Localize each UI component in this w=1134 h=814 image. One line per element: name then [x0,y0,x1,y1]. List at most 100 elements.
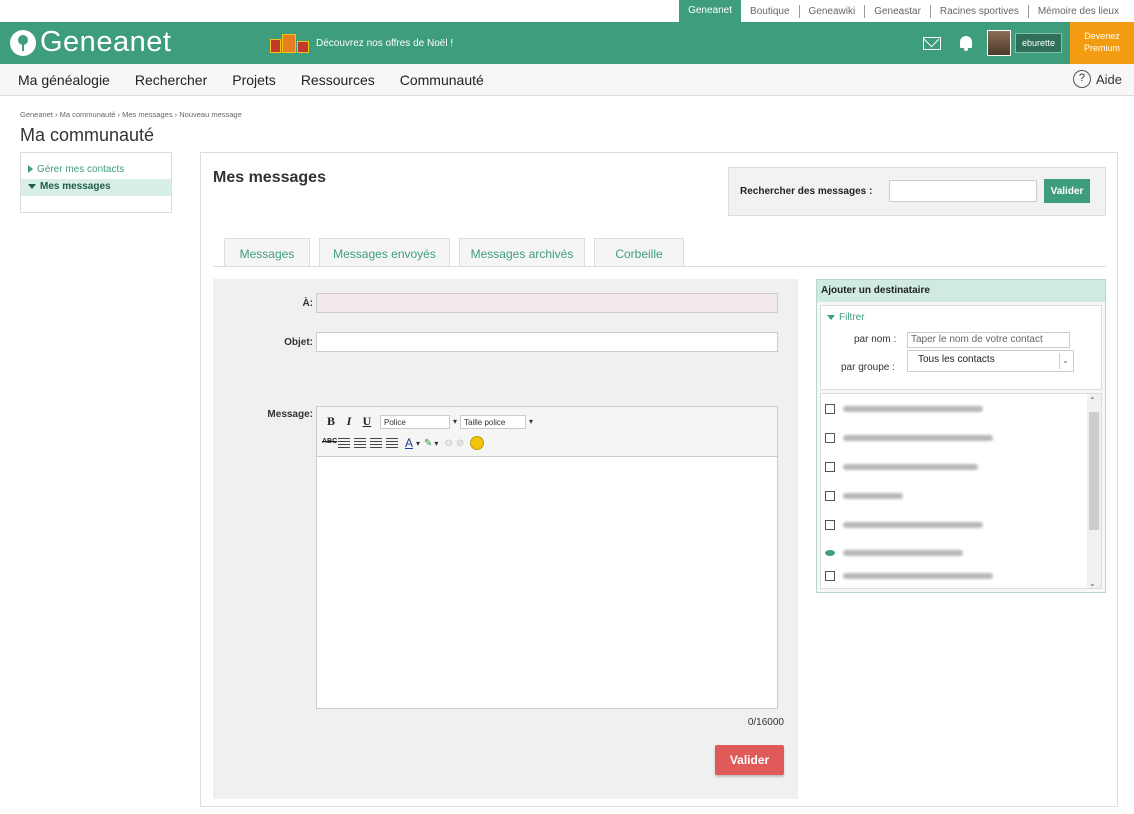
toplink-geneastar[interactable]: Geneastar [864,5,930,18]
contact-list: ⌃ ⌄ [820,393,1102,589]
filter-toggle[interactable]: Filtrer [827,312,865,323]
underline-button[interactable]: U [358,414,376,429]
checkbox[interactable] [825,404,835,414]
message-editor[interactable]: B I U Police ▾ Taille police ▾ ABC A ▾ ✎ ▾ [316,406,778,709]
to-label: À: [302,298,313,309]
align-justify-icon[interactable] [386,438,398,448]
christmas-promo[interactable]: Découvrez nos offres de Noël ! [270,33,453,53]
tab-messages[interactable]: Messages [224,238,310,267]
scrollbar-thumb[interactable] [1089,412,1099,530]
tabs-divider [213,266,1106,267]
align-left-icon[interactable] [338,438,350,448]
text-color-icon[interactable]: A [405,436,413,450]
highlight-color-icon[interactable]: ✎ [424,438,432,449]
help-link[interactable]: ? Aide [1072,70,1122,88]
dropdown-arrow-icon[interactable]: ▾ [416,439,420,448]
checkbox[interactable] [825,491,835,501]
dropdown-arrow-icon[interactable]: ▾ [434,439,438,448]
bell-icon[interactable] [959,35,973,51]
mail-icon[interactable] [922,36,941,50]
message-tabs: Messages Messages envoyés Messages archi… [224,238,693,267]
list-item[interactable] [825,491,903,501]
search-submit-button[interactable]: Valider [1044,179,1090,203]
sidebar-item-label: Mes messages [40,181,111,192]
toplink-geneawiki[interactable]: Geneawiki [798,5,865,18]
username-badge[interactable]: eburette [1014,33,1062,53]
group-select-value: Tous les contacts [918,354,995,365]
help-icon: ? [1072,70,1091,88]
nav-ma-genealogie[interactable]: Ma généalogie [18,72,110,88]
align-center-icon[interactable] [354,438,366,448]
italic-button[interactable]: I [340,414,358,429]
font-select[interactable]: Police ▾ [380,414,457,429]
nav-projets[interactable]: Projets [232,72,276,88]
size-select[interactable]: Taille police ▾ [460,414,533,429]
breadcrumb[interactable]: Geneanet › Ma communauté › Mes messages … [20,110,242,119]
recipient-panel-title: Ajouter un destinataire [817,280,1105,302]
checkbox[interactable] [825,462,835,472]
list-item[interactable] [825,404,983,414]
list-item[interactable] [825,462,978,472]
messages-panel: Mes messages Rechercher des messages : V… [200,152,1118,807]
search-input[interactable] [889,180,1037,202]
sidebar-item-messages[interactable]: Mes messages [21,179,171,196]
filter-title: Filtrer [839,312,865,323]
sidebar-item-contacts[interactable]: Gérer mes contacts [21,153,171,175]
by-group-label: par groupe : [841,362,895,373]
toplink-geneanet[interactable]: Geneanet [679,0,742,22]
by-name-label: par nom : [854,334,897,345]
tab-trash[interactable]: Corbeille [594,238,684,267]
list-item[interactable] [825,520,983,530]
scroll-down-icon[interactable]: ⌄ [1089,579,1096,588]
list-item[interactable] [825,571,993,581]
emoji-icon[interactable] [470,436,485,450]
dropdown-arrow-icon: ▾ [452,416,457,426]
gift-icon [270,33,310,53]
blurred-contact-name [843,522,983,528]
subject-field[interactable] [316,332,778,352]
link-icon[interactable]: ⊝ [444,438,452,449]
checkbox[interactable] [825,433,835,443]
toplink-racines-sportives[interactable]: Racines sportives [929,5,1028,18]
top-links-bar: Geneanet Boutique Geneawiki Geneastar Ra… [0,0,1134,22]
premium-button[interactable]: Devenez Premium [1070,22,1134,64]
list-item[interactable] [825,550,963,556]
nav-communaute[interactable]: Communauté [400,72,484,88]
checkbox[interactable] [825,571,835,581]
bold-button[interactable]: B [322,414,340,429]
tree-logo-icon [10,29,36,56]
contact-name-input[interactable]: Taper le nom de votre contact [907,332,1070,348]
char-counter: 0/16000 [747,717,784,728]
tab-sent[interactable]: Messages envoyés [319,238,450,267]
strikethrough-icon[interactable]: ABC [322,438,337,448]
list-item[interactable] [825,433,993,443]
checkbox[interactable] [825,520,835,530]
help-label: Aide [1095,71,1122,87]
toplink-memoire-des-lieux[interactable]: Mémoire des lieux [1027,5,1128,18]
blurred-contact-name [843,550,963,556]
avatar[interactable] [986,30,1011,56]
sidebar-item-label: Gérer mes contacts [37,164,125,175]
blurred-contact-name [843,493,903,499]
promo-text: Découvrez nos offres de Noël ! [316,37,454,49]
recipient-filter: Filtrer par nom : Taper le nom de votre … [820,305,1102,390]
scroll-up-icon[interactable]: ⌃ [1089,396,1096,405]
contact-status-icon [825,550,835,556]
search-label: Rechercher des messages : [740,186,873,197]
send-button[interactable]: Valider [715,745,784,775]
logo-text: Geneanet [40,26,172,58]
blurred-contact-name [843,406,983,412]
align-right-icon[interactable] [370,438,382,448]
sidebar: Gérer mes contacts Mes messages [20,152,172,213]
nav-ressources[interactable]: Ressources [301,72,375,88]
toplink-boutique[interactable]: Boutique [741,5,798,18]
contact-list-scrollbar[interactable]: ⌃ ⌄ [1087,394,1101,588]
group-select[interactable]: Tous les contacts ⌄ [907,350,1074,372]
tab-archived[interactable]: Messages archivés [459,238,585,267]
main-nav: Ma généalogie Rechercher Projets Ressour… [0,64,1134,96]
premium-line1: Devenez [1084,31,1120,41]
unlink-icon[interactable]: ⊘ [456,438,464,449]
logo[interactable]: Geneanet [10,26,171,59]
to-field[interactable] [316,293,778,313]
nav-rechercher[interactable]: Rechercher [135,72,207,88]
